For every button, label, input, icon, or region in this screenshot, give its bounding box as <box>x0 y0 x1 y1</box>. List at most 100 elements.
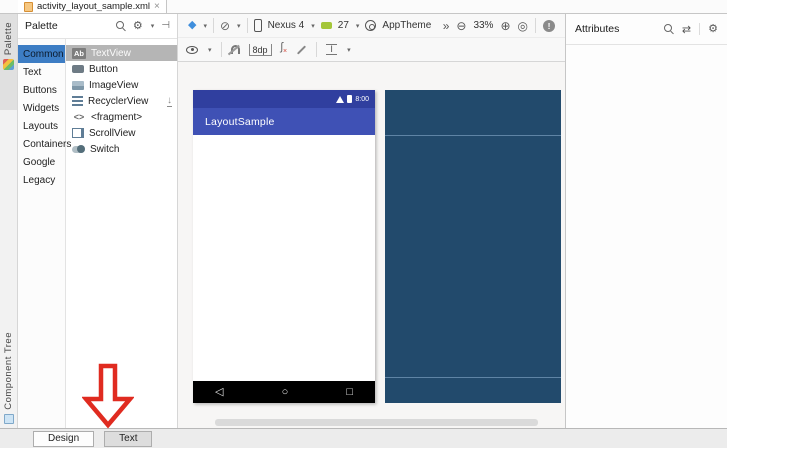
component-label: Switch <box>90 143 120 155</box>
constraint-toolbar: ▾ 8dp ʃ× I ▾ <box>178 38 565 62</box>
palette-header: Palette ⚙ ▾ ⊣ <box>18 14 177 39</box>
preview-app-title: LayoutSample <box>205 115 275 128</box>
component-fragment[interactable]: <> <fragment> <box>66 109 177 125</box>
tab-design[interactable]: Design <box>33 430 95 447</box>
toolbar-separator <box>212 18 214 33</box>
annotation-arrow-down <box>82 363 134 429</box>
component-switch[interactable]: Switch <box>66 141 177 157</box>
chevron-down-icon[interactable]: ▾ <box>347 46 351 54</box>
fragment-icon: <> <box>73 112 85 122</box>
textview-icon: Ab <box>72 47 86 59</box>
api-level-icon <box>320 22 332 29</box>
editor-tab-title: activity_layout_sample.xml <box>37 1 150 12</box>
category-widgets[interactable]: Widgets <box>18 99 65 117</box>
category-common[interactable]: Common <box>18 45 65 63</box>
editor-tab-bar: activity_layout_sample.xml × <box>0 0 727 14</box>
chevron-down-icon[interactable]: ▾ <box>237 22 241 30</box>
design-view-device[interactable]: 8:00 LayoutSample ◁ ○ □ <box>193 90 375 403</box>
zoom-in-button[interactable]: ⊕ <box>500 20 510 32</box>
design-surface[interactable]: 8:00 LayoutSample ◁ ○ □ <box>178 62 565 428</box>
left-tool-strip: Palette Component Tree <box>0 14 18 428</box>
component-tree-icon <box>3 414 14 424</box>
preview-nav-bar: ◁ ○ □ <box>193 381 375 403</box>
attributes-header: Attributes ⇄ ⚙ <box>566 14 727 45</box>
component-label: Button <box>89 63 118 75</box>
tab-text[interactable]: Text <box>104 430 153 447</box>
palette-icon <box>3 59 14 71</box>
palette-title: Palette <box>25 20 58 32</box>
preview-content-area[interactable] <box>193 135 375 381</box>
status-time: 8:00 <box>355 95 369 103</box>
component-label: <fragment> <box>91 111 143 123</box>
nav-back-icon: ◁ <box>215 385 224 398</box>
category-layouts[interactable]: Layouts <box>18 117 65 135</box>
zoom-fit-button[interactable]: ◎ <box>518 20 528 32</box>
preview-app-bar: LayoutSample <box>193 108 375 135</box>
editor-tab-activity-layout-sample[interactable]: activity_layout_sample.xml × <box>18 0 167 13</box>
component-label: ImageView <box>89 79 139 91</box>
infer-constraints-icon[interactable] <box>296 44 307 55</box>
gear-icon[interactable]: ⚙ <box>708 23 718 35</box>
device-selector[interactable]: Nexus 4 <box>268 20 305 31</box>
design-toolbar: ◆ ▾ ⊘ ▾ Nexus 4 ▾ 27 ▾ AppTheme » ⊖ 33% … <box>178 14 565 38</box>
chevron-down-icon[interactable]: ▾ <box>311 22 315 30</box>
search-icon[interactable] <box>663 24 674 34</box>
pack-align-icon[interactable]: I <box>326 44 338 55</box>
toolbar-separator <box>246 18 248 33</box>
preview-status-bar: 8:00 <box>193 90 375 108</box>
palette-category-list: Common Text Buttons Widgets Layouts Cont… <box>18 39 71 428</box>
toolbar-right-group: » ⊖ 33% ⊕ ◎ ! <box>443 18 555 33</box>
tool-button-palette[interactable]: Palette <box>0 14 17 110</box>
chevron-down-icon[interactable]: ▾ <box>208 46 212 54</box>
warnings-icon[interactable]: ! <box>543 19 555 32</box>
gear-icon[interactable]: ⚙ <box>133 20 143 32</box>
chevron-down-icon[interactable]: ▾ <box>203 22 207 30</box>
category-containers[interactable]: Containers <box>18 135 71 153</box>
chevron-down-icon[interactable]: ▾ <box>356 22 360 30</box>
nav-recents-icon: □ <box>346 385 353 398</box>
recyclerview-icon <box>72 96 83 106</box>
clear-constraints-icon[interactable]: ʃ× <box>281 41 288 57</box>
button-widget-icon <box>72 65 84 73</box>
horizontal-scrollbar[interactable] <box>215 419 538 426</box>
toolbar-separator <box>316 42 318 57</box>
toolbar-separator <box>699 23 701 35</box>
toolbar-separator <box>220 42 222 57</box>
component-label: ScrollView <box>89 127 136 139</box>
device-icon <box>253 19 262 32</box>
theme-selector[interactable]: AppTheme <box>382 20 431 31</box>
view-options-icon[interactable] <box>186 45 198 54</box>
component-textview[interactable]: Ab TextView <box>66 45 177 61</box>
category-google[interactable]: Google <box>18 153 65 171</box>
blueprint-view[interactable] <box>385 90 561 403</box>
component-scrollview[interactable]: ScrollView <box>66 125 177 141</box>
zoom-level: 33% <box>473 20 494 31</box>
component-imageview[interactable]: ImageView <box>66 77 177 93</box>
hide-panel-icon[interactable]: ⊣ <box>161 21 170 31</box>
overflow-icon[interactable]: » <box>443 20 450 32</box>
close-icon[interactable]: × <box>154 1 160 12</box>
imageview-icon <box>72 80 84 90</box>
search-icon[interactable] <box>115 21 126 31</box>
category-text[interactable]: Text <box>18 63 65 81</box>
api-level-selector[interactable]: 27 <box>338 20 349 31</box>
gear-dropdown-icon[interactable]: ▾ <box>151 22 155 30</box>
autoconnect-icon[interactable] <box>230 45 240 54</box>
battery-icon <box>347 95 353 103</box>
component-label: RecyclerView <box>88 95 149 107</box>
default-margin-selector[interactable]: 8dp <box>248 43 272 56</box>
blueprint-guideline <box>385 377 561 378</box>
category-legacy[interactable]: Legacy <box>18 171 65 189</box>
component-recyclerview[interactable]: RecyclerView ↓ <box>66 93 177 109</box>
orientation-icon[interactable]: ⊘ <box>220 20 230 32</box>
download-icon[interactable]: ↓ <box>167 95 172 107</box>
nav-home-icon: ○ <box>281 385 289 398</box>
component-button[interactable]: Button <box>66 61 177 77</box>
design-surface-icon[interactable]: ◆ <box>188 20 196 31</box>
swap-view-icon[interactable]: ⇄ <box>682 23 691 36</box>
zoom-out-button[interactable]: ⊖ <box>456 20 466 32</box>
palette-strip-label: Palette <box>3 22 14 56</box>
component-label: TextView <box>91 47 131 59</box>
tool-button-component-tree[interactable]: Component Tree <box>0 332 17 426</box>
category-buttons[interactable]: Buttons <box>18 81 65 99</box>
